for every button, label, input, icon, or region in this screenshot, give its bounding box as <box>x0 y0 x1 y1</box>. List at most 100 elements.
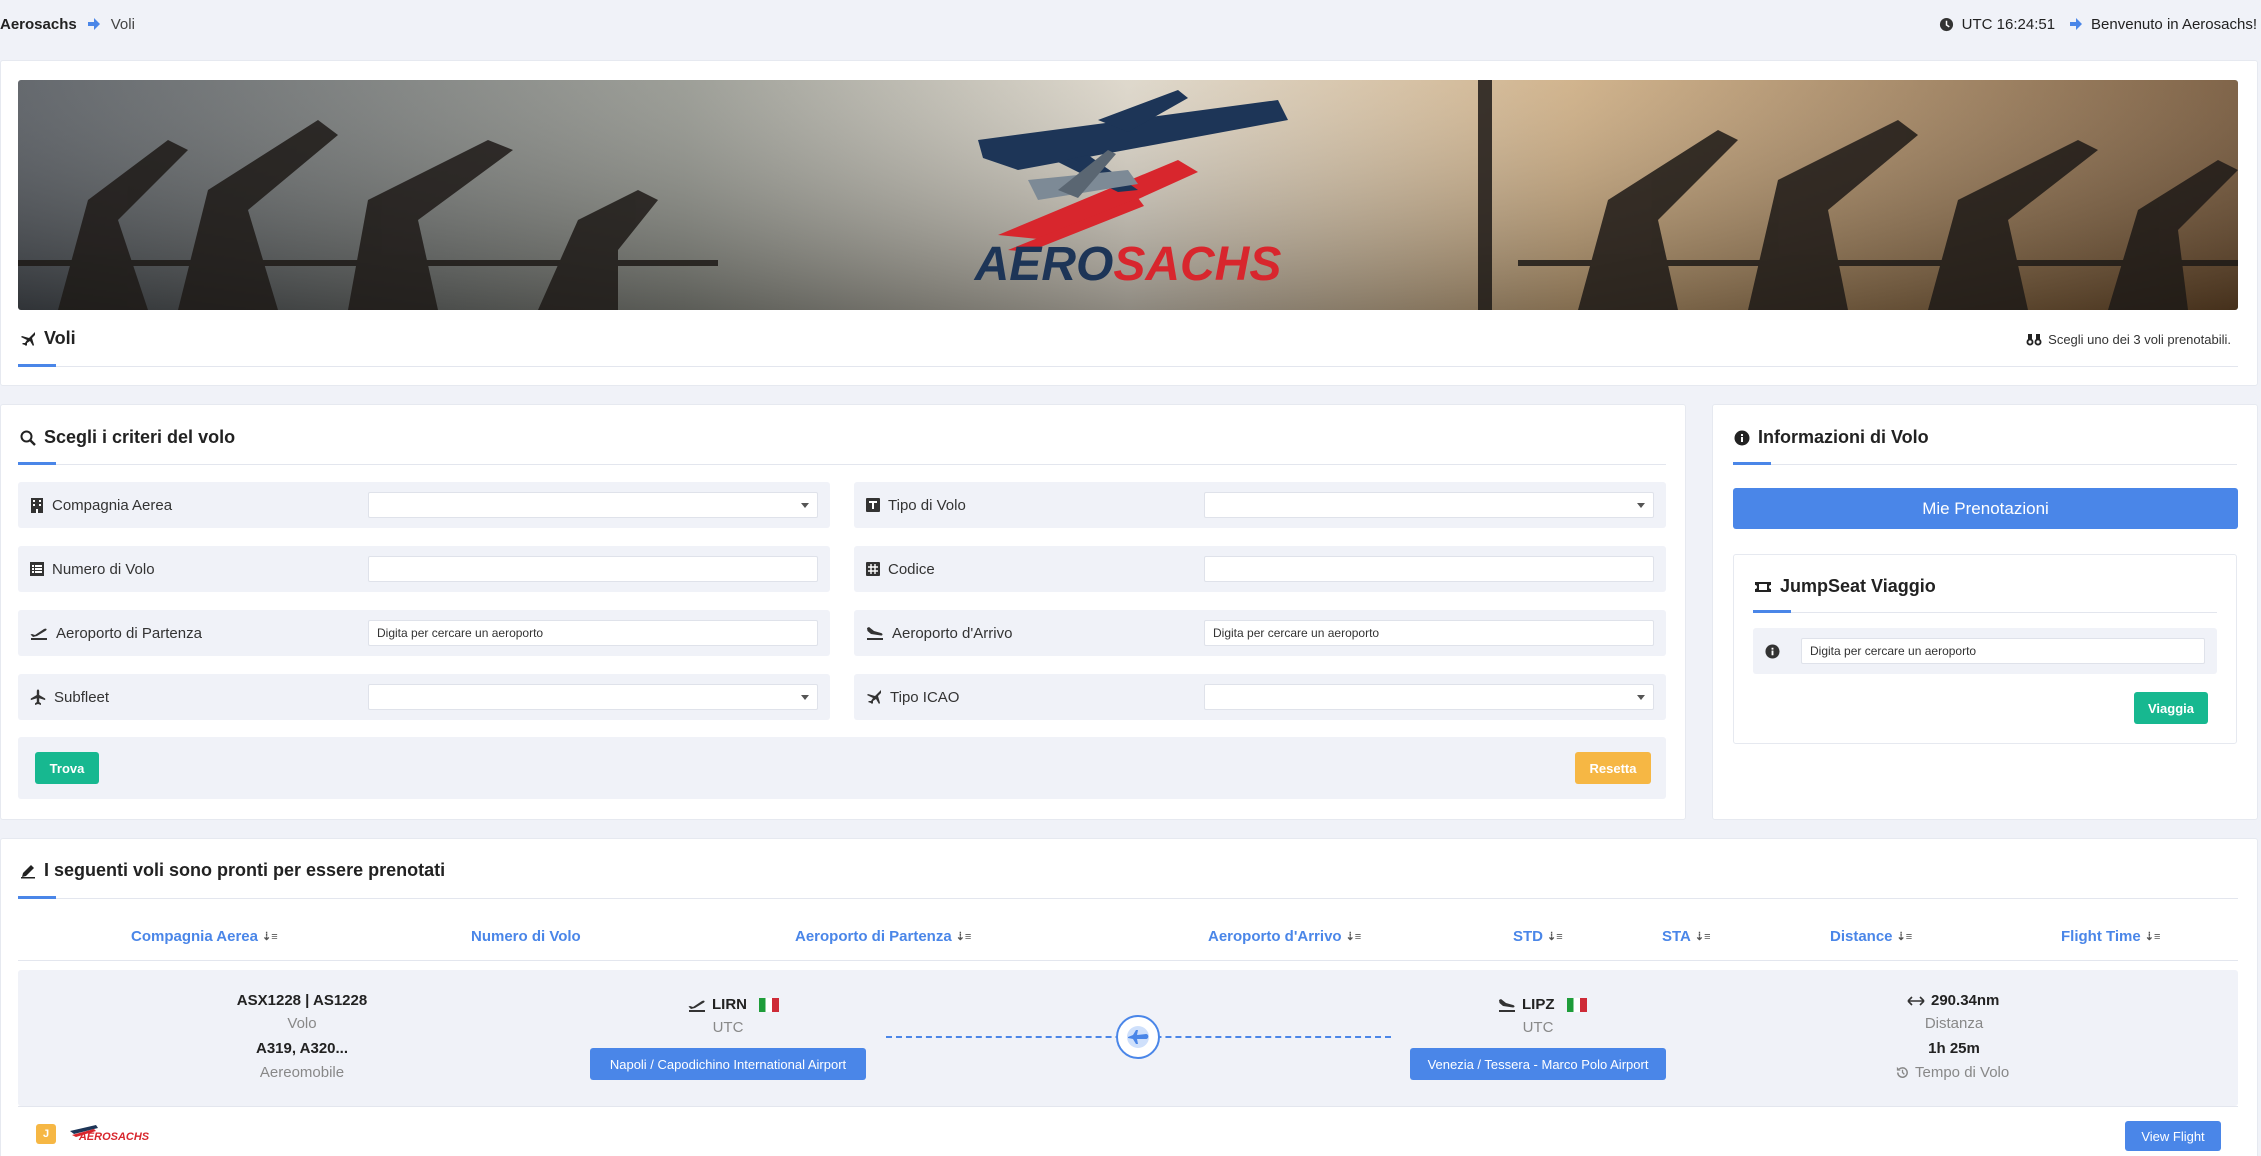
code-row: Codice <box>854 546 1666 592</box>
voli-title: Voli <box>20 328 76 349</box>
subfleet-select[interactable] <box>368 684 818 710</box>
sort-icon: ⇣≡ <box>1694 931 1711 943</box>
reset-button[interactable]: Resetta <box>1575 752 1651 784</box>
arr-airport-button[interactable]: Venezia / Tessera - Marco Polo Airport <box>1410 1048 1666 1080</box>
arrival-info: LIPZ <box>1498 996 1587 1013</box>
departure-info: LIRN <box>688 996 779 1013</box>
breadcrumb: Aerosachs Voli <box>0 16 135 33</box>
aircraft-type: A319, A320... <box>256 1040 348 1057</box>
col-airline[interactable]: Compagnia Aerea ⇣≡ <box>131 928 278 945</box>
dep-airport-button[interactable]: Napoli / Capodichino International Airpo… <box>590 1048 866 1080</box>
text-type-icon <box>866 498 880 512</box>
flight-number-label: Numero di Volo <box>52 560 155 578</box>
dep-airport-input[interactable]: Digita per cercare un aeroporto <box>368 620 818 646</box>
building-icon <box>31 498 43 513</box>
title-accent <box>18 462 56 465</box>
info-circle-icon <box>1734 430 1750 445</box>
flight-number-row: Numero di Volo <box>18 546 830 592</box>
flight-number-input[interactable] <box>368 556 818 582</box>
dep-timezone: UTC <box>712 1019 744 1036</box>
divider <box>18 366 2238 367</box>
airline-row: Compagnia Aerea <box>18 482 830 528</box>
sort-icon: ⇣≡ <box>1896 931 1913 943</box>
sort-icon: ⇣≡ <box>261 931 278 943</box>
icao-type-select[interactable] <box>1204 684 1654 710</box>
arr-airport-input[interactable]: Digita per cercare un aeroporto <box>1204 620 1654 646</box>
col-departure[interactable]: Aeroporto di Partenza ⇣≡ <box>795 928 971 945</box>
dep-airport-label: Aeroporto di Partenza <box>56 624 202 642</box>
chevron-down-icon <box>1637 503 1645 508</box>
arr-airport-row: Aeroporto d'Arrivo Digita per cercare un… <box>854 610 1666 656</box>
welcome-text: Benvenuto in Aerosachs! <box>2091 15 2257 33</box>
breadcrumb-brand[interactable]: Aerosachs <box>0 16 77 33</box>
jumpseat-airport-input[interactable]: Digita per cercare un aeroporto <box>1801 638 2205 664</box>
binoculars-icon <box>2026 334 2042 346</box>
col-distance[interactable]: Distance ⇣≡ <box>1830 928 1912 945</box>
plane-departure-icon <box>30 628 47 640</box>
hashtag-icon <box>866 562 880 576</box>
banner-image: AEROSACHS <box>18 80 2238 310</box>
flight-ident: ASX1228 | AS1228 <box>236 992 368 1009</box>
airline-select[interactable] <box>368 492 818 518</box>
svg-text:AEROSACHS: AEROSACHS <box>78 1131 150 1143</box>
arrow-right-icon <box>2070 18 2083 30</box>
code-input[interactable] <box>1204 556 1654 582</box>
col-std[interactable]: STD ⇣≡ <box>1513 928 1563 945</box>
my-bookings-button[interactable]: Mie Prenotazioni <box>1733 488 2238 529</box>
view-flight-button[interactable]: View Flight <box>2125 1121 2221 1151</box>
criteria-title: Scegli i criteri del volo <box>20 427 235 448</box>
results-title: I seguenti voli sono pronti per essere p… <box>20 860 445 881</box>
chevron-down-icon <box>801 695 809 700</box>
bookable-info: Scegli uno dei 3 voli prenotabili. <box>2026 332 2231 347</box>
flight-type-select[interactable] <box>1204 492 1654 518</box>
col-sta[interactable]: STA ⇣≡ <box>1662 928 1711 945</box>
plane-icon <box>21 331 35 346</box>
list-icon <box>30 562 44 576</box>
flight-time-label: Tempo di Volo <box>1915 1064 2010 1081</box>
col-flight-time[interactable]: Flight Time ⇣≡ <box>2061 928 2160 945</box>
code-label: Codice <box>888 560 935 578</box>
divider <box>1733 464 2237 465</box>
plane-icon <box>867 690 881 704</box>
info-circle-icon <box>1765 643 1780 659</box>
arrows-horizontal-icon <box>1907 995 1925 1006</box>
breadcrumb-page: Voli <box>110 15 135 33</box>
find-button[interactable]: Trova <box>35 752 99 784</box>
divider <box>1753 612 2217 613</box>
flight-class-badge: J <box>36 1124 56 1144</box>
hero-banner: AEROSACHS <box>18 80 2238 310</box>
title-accent <box>18 896 56 899</box>
sort-icon: ⇣≡ <box>1345 931 1362 943</box>
distance-label: Distanza <box>1924 1015 1984 1032</box>
subfleet-row: Subfleet <box>18 674 830 720</box>
plane-icon <box>1127 1026 1149 1048</box>
plane-departure-icon <box>688 1000 705 1012</box>
airline-label: Compagnia Aerea <box>52 496 173 514</box>
ticket-icon <box>1755 581 1771 592</box>
plane-arrival-icon <box>867 627 883 640</box>
flight-time-label-wrap: Tempo di Volo <box>1895 1064 2009 1081</box>
route-plane-badge <box>1116 1015 1160 1059</box>
travel-button[interactable]: Viaggia <box>2134 692 2208 724</box>
italy-flag-icon <box>759 997 779 1012</box>
flight-type-label: Tipo di Volo <box>888 496 966 514</box>
divider <box>18 464 1666 465</box>
flight-time-value: 1h 25m <box>1928 1040 1980 1057</box>
chevron-down-icon <box>801 503 809 508</box>
flight-type-row: Tipo di Volo <box>854 482 1666 528</box>
col-flight-number[interactable]: Numero di Volo <box>471 928 581 945</box>
logo-text: AEROSACHS <box>974 238 1282 291</box>
subfleet-label: Subfleet <box>54 688 110 706</box>
criteria-actions <box>18 737 1666 799</box>
title-accent <box>1733 462 1771 465</box>
arrow-right-icon <box>87 18 100 30</box>
title-accent <box>18 364 56 367</box>
plane-arrival-icon <box>1499 998 1515 1012</box>
col-arrival[interactable]: Aeroporto d'Arrivo ⇣≡ <box>1208 928 1361 945</box>
divider <box>18 898 2238 899</box>
search-icon <box>20 430 36 446</box>
top-bar: Aerosachs Voli UTC 16:24:51 Benvenuto in… <box>0 0 2261 48</box>
flight-info-title: Informazioni di Volo <box>1734 427 1929 448</box>
flight-row-footer <box>18 1106 2238 1107</box>
arr-icao: LIPZ <box>1522 996 1555 1013</box>
